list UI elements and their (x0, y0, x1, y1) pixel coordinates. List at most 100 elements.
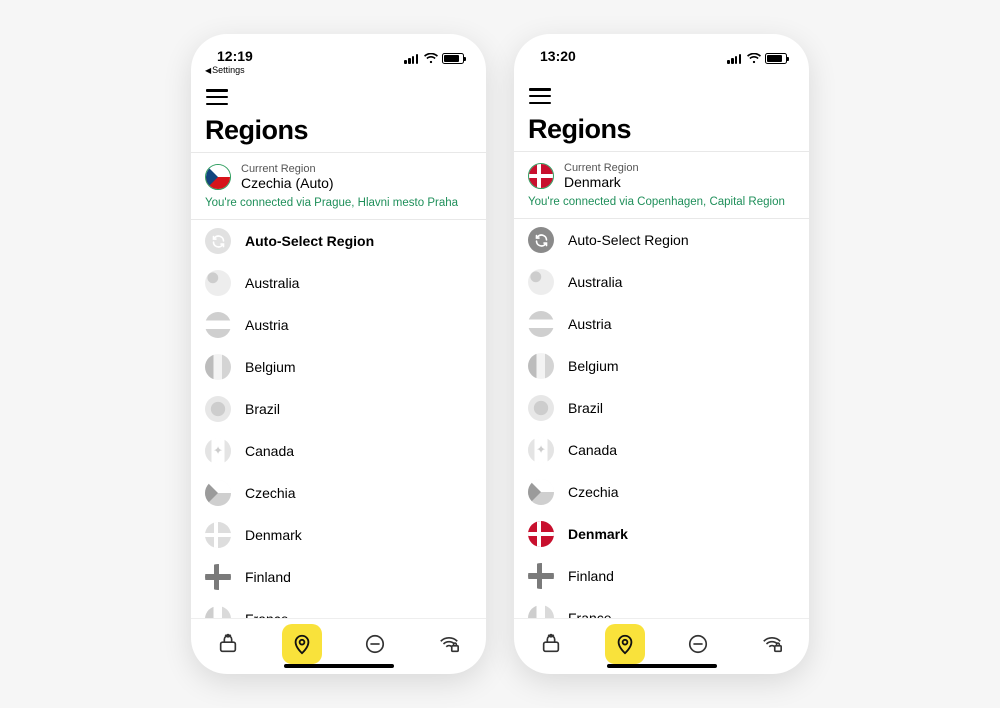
region-label: Canada (568, 442, 617, 458)
region-row[interactable]: Denmark (514, 513, 809, 555)
region-label: Czechia (568, 484, 619, 500)
flag-icon (205, 522, 231, 548)
region-row[interactable]: Finland (514, 555, 809, 597)
current-region-flag (205, 164, 231, 190)
current-region-name: Czechia (Auto) (241, 175, 334, 191)
phone-frame: 12:19 Settings Regions Current Region Cz… (191, 34, 486, 674)
flag-icon (205, 312, 231, 338)
flag-icon (205, 354, 231, 380)
current-region-label: Current Region (564, 162, 639, 174)
lock-router-icon[interactable] (531, 624, 571, 664)
home-indicator[interactable] (607, 664, 717, 668)
flag-icon (205, 564, 231, 590)
page-title: Regions (205, 115, 472, 146)
region-row[interactable]: Canada (191, 430, 486, 472)
auto-select-row[interactable]: Auto-Select Region (191, 220, 486, 262)
flag-icon (205, 396, 231, 422)
region-list[interactable]: Auto-Select Region Australia Austria Bel… (191, 220, 486, 618)
region-row[interactable]: Canada (514, 429, 809, 471)
region-row[interactable]: France (191, 598, 486, 618)
region-label: Australia (568, 274, 622, 290)
block-icon[interactable] (678, 624, 718, 664)
current-region-panel: Current Region Denmark You're connected … (514, 151, 809, 219)
region-row[interactable]: Belgium (514, 345, 809, 387)
region-label: Australia (245, 275, 299, 291)
flag-icon (528, 269, 554, 295)
region-label: Austria (568, 316, 612, 332)
header: Regions (514, 74, 809, 151)
current-region-name: Denmark (564, 174, 639, 190)
flag-icon (528, 605, 554, 618)
location-pin-icon[interactable] (605, 624, 645, 664)
flag-icon (205, 438, 231, 464)
wifi-icon (747, 53, 761, 64)
region-row[interactable]: Belgium (191, 346, 486, 388)
signal-icon (727, 54, 741, 64)
flag-icon (528, 353, 554, 379)
menu-icon[interactable] (529, 88, 551, 104)
current-region-flag (528, 163, 554, 189)
phone-frame: 13:20 Regions Current Region Denmark You… (514, 34, 809, 674)
breadcrumb-spacer (514, 64, 809, 74)
region-row[interactable]: Austria (191, 304, 486, 346)
region-row[interactable]: Australia (514, 261, 809, 303)
region-row[interactable]: France (514, 597, 809, 618)
breadcrumb-label: Settings (212, 65, 245, 75)
flag-icon (528, 395, 554, 421)
flag-icon (528, 479, 554, 505)
flag-icon (528, 563, 554, 589)
region-label: Brazil (245, 401, 280, 417)
region-row[interactable]: Czechia (191, 472, 486, 514)
region-list[interactable]: Auto-Select Region Australia Austria Bel… (514, 219, 809, 618)
region-row[interactable]: Brazil (191, 388, 486, 430)
region-label: Czechia (245, 485, 296, 501)
home-indicator[interactable] (284, 664, 394, 668)
battery-icon (442, 53, 464, 64)
location-pin-icon[interactable] (282, 624, 322, 664)
block-icon[interactable] (355, 624, 395, 664)
auto-select-label: Auto-Select Region (568, 232, 689, 248)
flag-icon (528, 311, 554, 337)
status-bar: 12:19 (191, 34, 486, 64)
page-title: Regions (528, 114, 795, 145)
auto-select-row[interactable]: Auto-Select Region (514, 219, 809, 261)
battery-icon (765, 53, 787, 64)
region-row[interactable]: Denmark (191, 514, 486, 556)
region-label: Brazil (568, 400, 603, 416)
wifi-icon (424, 53, 438, 64)
region-label: Finland (245, 569, 291, 585)
signal-icon (404, 54, 418, 64)
region-row[interactable]: Austria (514, 303, 809, 345)
region-label: France (245, 611, 289, 618)
region-label: France (568, 610, 612, 618)
wifi-lock-icon[interactable] (752, 624, 792, 664)
status-indicators (727, 53, 787, 64)
flag-icon (205, 270, 231, 296)
flag-icon (528, 437, 554, 463)
breadcrumb[interactable]: Settings (191, 64, 486, 75)
lock-router-icon[interactable] (208, 624, 248, 664)
refresh-icon (528, 227, 554, 253)
flag-icon (205, 606, 231, 618)
header: Regions (191, 75, 486, 152)
connection-status: You're connected via Copenhagen, Capital… (528, 196, 795, 208)
flag-icon (528, 521, 554, 547)
auto-select-label: Auto-Select Region (245, 233, 374, 249)
region-row[interactable]: Australia (191, 262, 486, 304)
wifi-lock-icon[interactable] (429, 624, 469, 664)
status-time: 13:20 (540, 48, 576, 64)
status-indicators (404, 53, 464, 64)
region-row[interactable]: Brazil (514, 387, 809, 429)
region-label: Denmark (245, 527, 302, 543)
refresh-icon (205, 228, 231, 254)
menu-icon[interactable] (206, 89, 228, 105)
region-row[interactable]: Finland (191, 556, 486, 598)
status-time: 12:19 (217, 48, 253, 64)
region-label: Austria (245, 317, 289, 333)
region-row[interactable]: Czechia (514, 471, 809, 513)
region-label: Finland (568, 568, 614, 584)
region-label: Denmark (568, 526, 628, 542)
flag-icon (205, 480, 231, 506)
connection-status: You're connected via Prague, Hlavni mest… (205, 197, 472, 209)
region-label: Canada (245, 443, 294, 459)
